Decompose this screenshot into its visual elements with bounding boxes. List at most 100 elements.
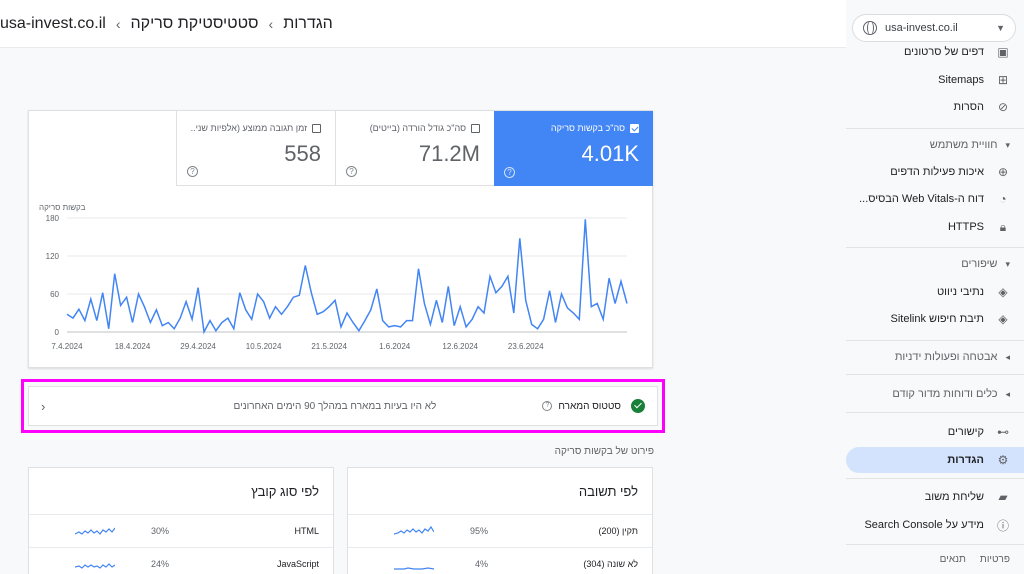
x-tick-label: 12.6.2024 (442, 342, 478, 351)
card-title: לפי סוג קובץ (251, 484, 319, 499)
chevron-right-icon: › (268, 15, 274, 32)
sparkline (75, 527, 115, 535)
help-icon[interactable]: ? (542, 401, 553, 411)
table-row[interactable]: JavaScript 24% (29, 547, 333, 574)
y-axis-label: בקשות סריקה (39, 203, 86, 212)
sidebar: usa-invest.co.il ▼ ▣ דפים של סרטונים ⊞ S… (846, 0, 1024, 574)
sidebar-item-feedback[interactable]: ▰ שליחת משוב (846, 484, 1024, 510)
host-status-bar[interactable]: סטטוס המארח ? לא היו בעיות במארח במהלך 9… (28, 386, 658, 426)
host-status-title: סטטוס המארח (558, 400, 621, 412)
chevron-left-icon[interactable]: ‹ (41, 399, 45, 414)
help-icon[interactable]: ? (504, 167, 515, 178)
layers-icon: ◈ (998, 285, 1008, 299)
sidebar-item-breadcrumbs[interactable]: ◈ נתיבי ניווט (846, 279, 1024, 305)
y-tick-label: 120 (46, 252, 60, 261)
help-icon[interactable]: ? (346, 166, 357, 177)
sparkline (75, 563, 115, 569)
chevron-down-icon: ▾ (1005, 139, 1010, 150)
table-row[interactable]: לא שונה (304) 4% (348, 547, 652, 574)
breadcrumb: הגדרות › סטטיסטיקת סריקה › usa-invest.co… (0, 0, 846, 48)
breakdown-title: פירוט של בקשות סריקה (554, 446, 654, 457)
sidebar-divider (846, 340, 1024, 341)
info-icon: ⓘ (996, 518, 1009, 533)
plus-circle-icon: ⊕ (997, 165, 1009, 179)
y-tick-label: 180 (46, 214, 60, 223)
sidebar-item-https[interactable]: 🔒︎ HTTPS (846, 214, 1024, 240)
sitemap-icon: ⊞ (997, 73, 1009, 87)
lock-icon: 🔒︎ (999, 219, 1007, 234)
sidebar-footer: פרטיות תנאים (940, 554, 1010, 565)
series-line (66, 219, 628, 335)
x-tick-label: 7.4.2024 (51, 342, 83, 351)
metric-value: 558 (284, 141, 321, 166)
checkbox-icon[interactable] (471, 123, 480, 133)
globe-icon (863, 20, 877, 35)
breakdown-by-filetype-card: לפי סוג קובץ HTML 30% JavaScript 24% (28, 467, 334, 574)
layers-icon: ◈ (998, 312, 1008, 326)
sidebar-section-security[interactable]: ◂ אבטחה ופעולות ידניות (846, 346, 1024, 368)
sidebar-item-settings[interactable]: ⚙ הגדרות (846, 447, 1024, 473)
host-status-message: לא היו בעיות במארח במהלך 90 הימים האחרונ… (233, 400, 437, 412)
sidebar-section-legacy[interactable]: ◂ כלים ודוחות מדור קודם (846, 383, 1024, 405)
metric-value: 71.2M (418, 141, 480, 166)
sidebar-item-sitelinks-searchbox[interactable]: ◈ תיבת חיפוש Sitelink (846, 306, 1024, 332)
gauge-icon: ◔ (999, 192, 1007, 206)
eye-off-icon: ⊘ (997, 100, 1009, 114)
privacy-link[interactable]: פרטיות (980, 554, 1010, 565)
sidebar-item-sitemaps[interactable]: ⊞ Sitemaps (846, 67, 1024, 93)
sidebar-item-core-web-vitals[interactable]: ◔ דוח ה-Web Vitals הבסיס... (846, 186, 1024, 212)
card-title: לפי תשובה (578, 484, 638, 499)
metric-value: 4.01K (581, 141, 640, 166)
crawl-requests-chart: בקשות סריקה 0 60 120 180 7.4.2024 18.4.2024 2… (39, 203, 628, 351)
sidebar-section-enhancements[interactable]: ▾ שיפורים (846, 253, 1024, 275)
x-tick-label: 23.6.2024 (508, 342, 544, 351)
sidebar-item-about[interactable]: ⓘ מידע על Search Console (846, 512, 1024, 538)
sidebar-divider (846, 247, 1024, 248)
video-page-icon: ▣ (997, 45, 1009, 59)
x-tick-label: 29.4.2024 (180, 342, 216, 351)
breakdown-by-response-card: לפי תשובה תקין (200) 95% לא שונה (304) 4… (347, 467, 653, 574)
breadcrumb-site: usa-invest.co.il (0, 14, 106, 32)
metric-download-size[interactable]: סה"כ גודל הורדה (בייטים) 71.2M ? (335, 111, 494, 186)
sidebar-item-page-experience[interactable]: ⊕ איכות פעילות הדפים (846, 159, 1024, 185)
metric-response-time[interactable]: זמן תגובה ממוצע (אלפיות שני... 558 ? (176, 111, 335, 186)
crawl-stats-card: סה"כ בקשות סריקה 4.01K ? סה"כ גודל הורדה… (28, 110, 653, 368)
x-tick-label: 10.5.2024 (246, 342, 282, 351)
sidebar-divider (846, 412, 1024, 413)
chevron-right-icon: › (115, 15, 121, 32)
y-tick-label: 60 (50, 290, 59, 299)
sidebar-divider (846, 544, 1024, 545)
table-row[interactable]: תקין (200) 95% (348, 514, 652, 547)
terms-link[interactable]: תנאים (940, 554, 966, 565)
sidebar-item-links[interactable]: ⊶ קישורים (846, 419, 1024, 445)
help-icon[interactable]: ? (187, 166, 198, 177)
checkbox-checked-icon[interactable] (630, 123, 639, 133)
sparkline (394, 525, 434, 535)
property-selector[interactable]: usa-invest.co.il ▼ (852, 14, 1016, 42)
x-tick-label: 18.4.2024 (115, 342, 151, 351)
chevron-left-icon: ◂ (1005, 388, 1010, 399)
caret-down-icon: ▼ (996, 23, 1005, 33)
chevron-down-icon: ▾ (1005, 258, 1010, 269)
checkbox-icon[interactable] (312, 123, 321, 133)
sidebar-item-video-pages[interactable]: ▣ דפים של סרטונים (846, 39, 1024, 65)
sidebar-divider (846, 478, 1024, 479)
sidebar-divider (846, 128, 1024, 129)
sidebar-section-experience[interactable]: ▾ חוויית משתמש (846, 134, 1024, 156)
x-tick-label: 21.5.2024 (311, 342, 347, 351)
sidebar-item-removals[interactable]: ⊘ הסרות (846, 94, 1024, 120)
metric-total-requests[interactable]: סה"כ בקשות סריקה 4.01K ? (494, 111, 653, 186)
highlight-outline: סטטוס המארח ? לא היו בעיות במארח במהלך 9… (21, 379, 665, 433)
feedback-icon: ▰ (998, 490, 1008, 504)
chevron-left-icon: ◂ (1005, 351, 1010, 362)
breadcrumb-crawl-stats[interactable]: סטטיסטיקת סריקה (131, 15, 259, 33)
network-icon: ⊶ (997, 425, 1009, 439)
sidebar-divider (846, 374, 1024, 375)
breadcrumb-settings[interactable]: הגדרות (283, 15, 333, 33)
check-circle-icon (631, 399, 645, 413)
table-row[interactable]: HTML 30% (29, 514, 333, 547)
y-tick-label: 0 (55, 328, 60, 337)
x-tick-label: 1.6.2024 (379, 342, 411, 351)
gear-icon: ⚙ (997, 453, 1009, 467)
sparkline (394, 567, 434, 570)
